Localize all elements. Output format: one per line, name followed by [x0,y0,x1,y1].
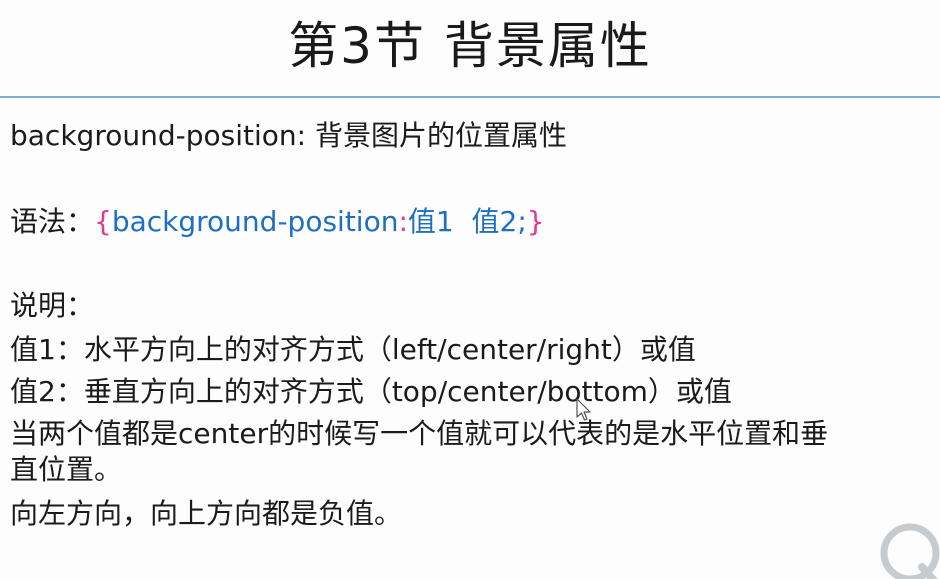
mouse-cursor-icon [576,398,591,421]
syntax-open-brace: { [94,205,112,238]
syntax-close-brace: } [526,205,545,238]
value1-description: 值1：水平方向上的对齐方式（left/center/right）或值 [10,333,696,366]
syntax-colon: : [398,205,408,238]
property-heading: background-position: 背景图片的位置属性 [10,119,567,152]
note-line-3: 向左方向，向上方向都是负值。 [10,497,403,530]
title-divider [0,96,940,98]
syntax-line: 语法：{background-position:值1 值2;} [10,204,545,240]
value2-description: 值2：垂直方向上的对齐方式（top/center/bottom）或值 [10,375,732,408]
slide-page: 第3节 背景属性 background-position: 背景图片的位置属性 … [0,0,940,579]
explain-label: 说明： [10,289,95,322]
logo-watermark-icon [880,523,940,579]
syntax-property: background-position [111,205,399,238]
syntax-values: 值1 值2; [407,205,527,238]
slide-title: 第3节 背景属性 [288,17,652,75]
note-line-1: 当两个值都是center的时候写一个值就可以代表的是水平位置和垂 [10,417,829,450]
note-line-2: 直位置。 [10,453,123,486]
syntax-label: 语法： [10,205,95,238]
